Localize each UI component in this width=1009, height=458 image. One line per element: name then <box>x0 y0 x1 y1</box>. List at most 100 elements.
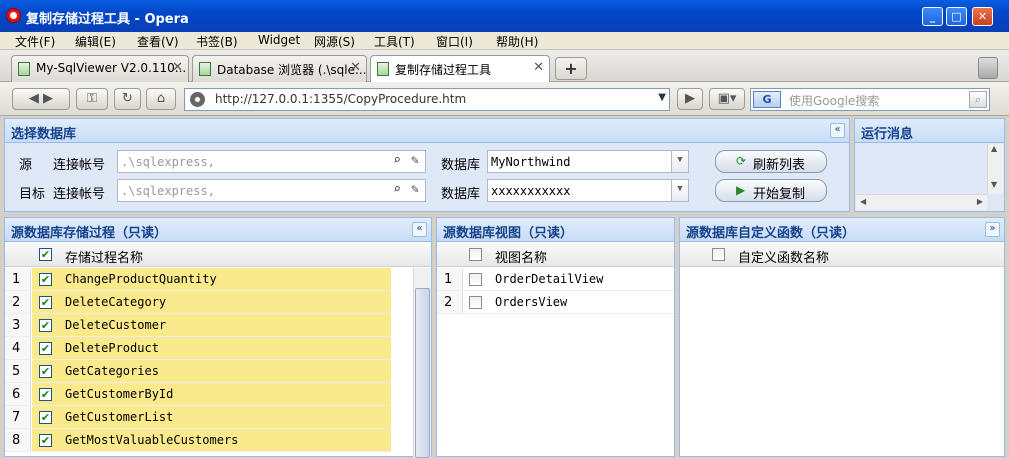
row-checkbox[interactable] <box>469 273 482 286</box>
table-row[interactable]: 4 ✔ DeleteProduct <box>5 337 409 360</box>
table-row[interactable]: 1 ✔ ChangeProductQuantity <box>5 268 409 291</box>
table-row[interactable]: 5 ✔ GetCategories <box>5 360 409 383</box>
tab-copy-procedure[interactable]: 复制存储过程工具 ✕ <box>370 55 550 83</box>
close-window-button[interactable]: ✕ <box>972 7 993 26</box>
chevron-down-icon[interactable]: ▼ <box>671 180 688 201</box>
panel-title: 选择数据库 <box>5 119 849 143</box>
search-icon[interactable]: ⌕ <box>969 91 987 108</box>
row-checkbox[interactable]: ✔ <box>39 411 52 424</box>
opera-logo-icon <box>6 8 21 23</box>
table-row[interactable]: 6 ✔ GetCustomerById <box>5 383 409 406</box>
source-account-input[interactable]: .\sqlexpress, ⌕ ✎ <box>117 150 426 173</box>
tab-label: Database 浏览器 (.\sqle... <box>217 63 367 77</box>
messages-hscrollbar[interactable]: ◀ ▶ <box>856 194 987 210</box>
column-header-function-name[interactable]: 自定义函数名称 <box>738 247 829 266</box>
panel-title: 源数据库存储过程（只读） <box>5 218 431 242</box>
source-db-select[interactable]: MyNorthwind ▼ <box>487 150 689 173</box>
new-tab-button[interactable]: + <box>555 57 587 80</box>
column-header-procedure-name[interactable]: 存储过程名称 <box>65 247 143 266</box>
row-checkbox[interactable]: ✔ <box>39 319 52 332</box>
source-account-label: 连接帐号 <box>53 158 106 173</box>
menu-edit[interactable]: 编辑(E) <box>75 33 116 50</box>
target-account-input[interactable]: .\sqlexpress, ⌕ ✎ <box>117 179 426 202</box>
row-checkbox[interactable] <box>469 296 482 309</box>
target-account-value: .\sqlexpress, <box>121 184 215 198</box>
menu-tools[interactable]: 工具(T) <box>374 33 415 50</box>
name-cell: OrdersView <box>491 291 674 314</box>
messages-scrollbar[interactable]: ▲ ▼ <box>987 144 1003 194</box>
source-label: 源 <box>19 158 33 173</box>
table-row[interactable]: 8 ✔ GetMostValuableCustomers <box>5 429 409 452</box>
row-checkbox[interactable]: ✔ <box>39 365 52 378</box>
panel-title: 源数据库自定义函数（只读） <box>680 218 1004 242</box>
menu-help[interactable]: 帮助(H) <box>496 33 538 50</box>
minimize-button[interactable]: _ <box>922 7 943 26</box>
maximize-button[interactable]: □ <box>946 7 967 26</box>
table-row[interactable]: 1 OrderDetailView <box>437 268 674 291</box>
select-all-checkbox[interactable] <box>469 248 482 261</box>
edit-icon[interactable]: ✎ <box>411 182 419 197</box>
search-icon[interactable]: ⌕ <box>393 182 401 197</box>
target-label: 目标 <box>19 187 46 202</box>
menu-widget[interactable]: Widget <box>258 33 300 47</box>
target-db-select[interactable]: xxxxxxxxxxx ▼ <box>487 179 689 202</box>
menu-bookmarks[interactable]: 书签(B) <box>196 33 238 50</box>
tab-label: 复制存储过程工具 <box>395 63 492 77</box>
edit-icon[interactable]: ✎ <box>411 153 419 168</box>
search-icon[interactable]: ⌕ <box>393 153 401 168</box>
close-tab-icon[interactable]: ✕ <box>350 60 361 75</box>
row-checkbox[interactable]: ✔ <box>39 388 52 401</box>
panel-title: 运行消息 <box>855 119 1004 143</box>
table-row[interactable]: 7 ✔ GetCustomerList <box>5 406 409 429</box>
tab-bar: My-SqlViewer V2.0.110... ✕ Database 浏览器 … <box>0 50 1009 83</box>
start-copy-button[interactable]: ▶ 开始复制 <box>715 179 827 202</box>
address-bar[interactable]: http://127.0.0.1:1355/CopyProcedure.htm … <box>184 88 670 111</box>
chevron-down-icon[interactable]: ▼ <box>658 92 666 103</box>
row-number: 1 <box>437 268 463 291</box>
row-checkbox[interactable]: ✔ <box>39 273 52 286</box>
table-row[interactable]: 2 ✔ DeleteCategory <box>5 291 409 314</box>
tab-database-browser[interactable]: Database 浏览器 (.\sqle... ✕ <box>192 55 367 82</box>
search-field[interactable]: G 使用Google搜索 ⌕ <box>750 88 990 111</box>
window-titlebar[interactable]: 复制存储过程工具 - Opera _ □ ✕ <box>0 0 1009 32</box>
row-checkbox[interactable]: ✔ <box>39 296 52 309</box>
key-icon[interactable]: ⚿ <box>76 88 108 110</box>
menu-file[interactable]: 文件(F) <box>15 33 55 50</box>
trash-icon[interactable] <box>978 57 998 79</box>
reload-button[interactable]: ↻ <box>114 88 141 110</box>
home-button[interactable]: ⌂ <box>146 88 176 110</box>
close-tab-icon[interactable]: ✕ <box>533 60 544 75</box>
row-checkbox[interactable]: ✔ <box>39 434 52 447</box>
search-engine-icon[interactable]: G <box>753 91 781 108</box>
menu-feeds[interactable]: 网源(S) <box>314 33 355 50</box>
collapse-icon[interactable]: « <box>412 222 427 237</box>
back-forward-buttons[interactable]: ◀ ▶ <box>12 88 70 110</box>
name-cell: GetMostValuableCustomers <box>61 429 391 452</box>
table-row[interactable]: 2 OrdersView <box>437 291 674 314</box>
expand-icon[interactable]: » <box>985 222 1000 237</box>
chevron-down-icon[interactable]: ▼ <box>671 151 688 172</box>
row-checkbox[interactable]: ✔ <box>39 342 52 355</box>
navigation-bar: ◀ ▶ ⚿ ↻ ⌂ http://127.0.0.1:1355/CopyProc… <box>0 82 1009 116</box>
url-text: http://127.0.0.1:1355/CopyProcedure.htm <box>215 92 467 106</box>
refresh-icon: ⟳ <box>736 154 747 168</box>
procedures-scrollbar[interactable] <box>413 268 431 458</box>
tab-mysqlviewer[interactable]: My-SqlViewer V2.0.110... ✕ <box>11 55 189 82</box>
row-number: 7 <box>5 406 31 429</box>
refresh-list-button[interactable]: ⟳ 刷新列表 <box>715 150 827 173</box>
collapse-icon[interactable]: « <box>830 123 845 138</box>
row-number: 1 <box>5 268 31 291</box>
close-tab-icon[interactable]: ✕ <box>172 60 183 75</box>
select-all-checkbox[interactable] <box>712 248 725 261</box>
menu-view[interactable]: 查看(V) <box>137 33 179 50</box>
go-button[interactable]: ▶ <box>677 88 703 110</box>
image-toggle-button[interactable]: ▣▾ <box>709 88 745 110</box>
run-messages-panel: 运行消息 ▲ ▼ ◀ ▶ <box>854 118 1005 212</box>
column-header-view-name[interactable]: 视图名称 <box>495 247 547 266</box>
select-all-checkbox[interactable]: ✔ <box>39 248 52 261</box>
menu-window[interactable]: 窗口(I) <box>436 33 473 50</box>
scroll-thumb[interactable] <box>415 288 430 458</box>
row-number: 4 <box>5 337 31 360</box>
table-row[interactable]: 3 ✔ DeleteCustomer <box>5 314 409 337</box>
name-cell: DeleteCustomer <box>61 314 391 337</box>
